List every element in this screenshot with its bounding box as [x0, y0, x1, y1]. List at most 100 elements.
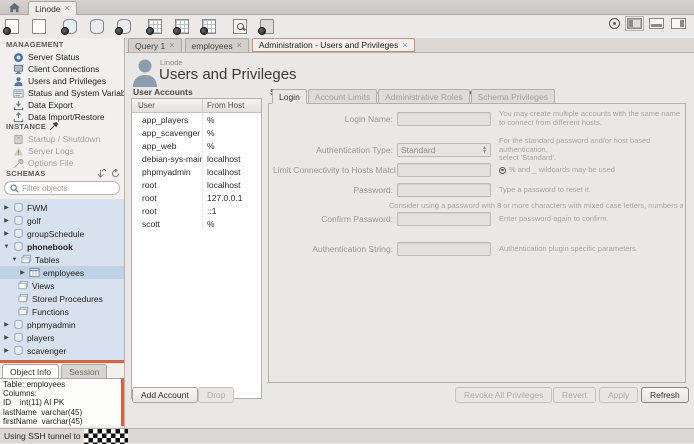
table-row[interactable]: scott% [132, 217, 261, 230]
limit-hosts-row: Limit Connectivity to Hosts Matcl % and … [273, 163, 683, 177]
chevron-right-icon[interactable] [3, 347, 10, 354]
cell-user: app_web [132, 139, 203, 152]
schema-inspector-icon[interactable] [63, 19, 77, 34]
chevron-right-icon[interactable] [3, 230, 10, 237]
limit-hosts-help: % and _ wildcards may be used [499, 166, 615, 175]
tree-item-schema-players[interactable]: players [0, 331, 124, 344]
chevron-right-icon[interactable] [3, 334, 10, 341]
revert-button[interactable]: Revert [553, 387, 596, 403]
table-header: User From Host [132, 99, 261, 113]
home-icon [9, 3, 20, 13]
login-name-input[interactable] [397, 112, 491, 126]
home-tab[interactable] [6, 1, 23, 14]
table-row[interactable]: app_web% [132, 139, 261, 152]
search-icon [10, 184, 19, 193]
tab-schema-privileges[interactable]: Schema Privileges [471, 89, 555, 104]
sidebar-item-client-connections[interactable]: Client Connections [0, 63, 124, 75]
column-header-user[interactable]: User [132, 99, 203, 112]
tab-object-info[interactable]: Object Info [2, 364, 59, 378]
chevron-right-icon[interactable] [3, 321, 10, 328]
chevron-right-icon[interactable] [19, 269, 26, 276]
sidebar-item-startup-shutdown[interactable]: Startup / Shutdown [0, 133, 124, 145]
table-row[interactable]: root127.0.0.1 [132, 191, 261, 204]
views-icon [18, 280, 29, 291]
password-input[interactable] [397, 183, 491, 197]
refresh-button[interactable]: Refresh [641, 387, 689, 403]
cell-user: app_scavenger [132, 126, 203, 139]
tree-item-schema-golf[interactable]: golf [0, 214, 124, 227]
tree-item-tables[interactable]: Tables [0, 253, 124, 266]
sidebar-item-server-status[interactable]: Server Status [0, 51, 124, 63]
sidebar-item-options-file[interactable]: Options File [0, 157, 124, 169]
table-icon [29, 267, 40, 278]
table-row[interactable]: rootlocalhost [132, 178, 261, 191]
tree-item-schema-phonebook[interactable]: phonebook [0, 240, 124, 253]
create-schema-icon[interactable] [90, 19, 104, 34]
tree-item-views[interactable]: Views [0, 279, 124, 292]
toggle-sidebar-icon[interactable] [627, 18, 642, 29]
chevron-down-icon[interactable] [3, 244, 10, 250]
drop-schema-icon[interactable] [117, 19, 131, 34]
sidebar-item-data-export[interactable]: Data Export [0, 99, 124, 111]
add-account-button[interactable]: Add Account [132, 387, 198, 403]
create-procedure-icon[interactable] [202, 19, 216, 34]
tree-item-schema-groupschedule[interactable]: groupSchedule [0, 227, 124, 240]
table-row[interactable]: debian-sys-maintlocalhost [132, 152, 261, 165]
search-data-icon[interactable] [233, 19, 247, 34]
table-row[interactable]: app_players% [132, 113, 261, 126]
sidebar-item-server-logs[interactable]: Server Logs [0, 145, 124, 157]
tab-administration-users-privileges[interactable]: Administration - Users and Privileges [252, 38, 415, 52]
filter-objects-input[interactable] [22, 184, 114, 193]
tab-login[interactable]: Login [272, 89, 307, 104]
column-header-from-host[interactable]: From Host [203, 99, 244, 112]
tree-item-stored-procedures[interactable]: Stored Procedures [0, 292, 124, 305]
tab-administrative-roles[interactable]: Administrative Roles [378, 89, 469, 104]
management-section-header: MANAGEMENT [6, 40, 64, 49]
table-row[interactable]: phpmyadminlocalhost [132, 165, 261, 178]
sidebar-item-status-system-variables[interactable]: Status and System Variables [0, 87, 124, 99]
tab-account-limits[interactable]: Account Limits [308, 89, 377, 104]
toggle-secondary-sidebar-icon[interactable] [671, 18, 686, 29]
object-info-line: firstName varchar(45) [3, 417, 118, 426]
drop-button[interactable]: Drop [198, 387, 234, 403]
reconnect-icon[interactable] [260, 19, 274, 34]
table-row[interactable]: root::1 [132, 204, 261, 217]
revoke-all-privileges-button[interactable]: Revoke All Privileges [455, 387, 552, 403]
apply-button[interactable]: Apply [599, 387, 638, 403]
table-row[interactable]: app_scavenger% [132, 126, 261, 139]
tree-item-table-employees[interactable]: employees [0, 266, 124, 279]
tree-item-schema-phpmyadmin[interactable]: phpmyadmin [0, 318, 124, 331]
confirm-password-input[interactable] [397, 212, 491, 226]
sidebar-item-users-and-privileges[interactable]: Users and Privileges [0, 75, 124, 87]
auth-type-select[interactable]: Standard ▲▼ [397, 143, 491, 157]
close-icon[interactable] [65, 4, 70, 13]
object-info-panel: Table: employees Columns: ID int(11) AI … [0, 378, 124, 426]
tree-item-schema-scavenger[interactable]: scavenger [0, 344, 124, 357]
chevron-right-icon[interactable] [3, 204, 10, 211]
new-query-icon[interactable] [5, 19, 19, 34]
limit-hosts-input[interactable] [397, 163, 491, 177]
toggle-output-panel-icon[interactable] [649, 18, 664, 29]
panel-splitter[interactable] [0, 360, 124, 363]
open-script-icon[interactable] [32, 19, 46, 34]
cell-host: localhost [203, 165, 241, 178]
auth-string-input[interactable] [397, 242, 491, 256]
close-icon[interactable] [237, 41, 242, 50]
tab-employees[interactable]: employees [185, 38, 249, 52]
tree-item-functions[interactable]: Functions [0, 305, 124, 318]
create-view-icon[interactable] [175, 19, 189, 34]
chevron-down-icon[interactable] [11, 257, 18, 263]
data-export-icon [13, 100, 24, 111]
tab-session[interactable]: Session [61, 364, 107, 378]
connection-tab[interactable]: Linode [28, 1, 77, 15]
chevron-right-icon[interactable] [3, 217, 10, 224]
close-icon[interactable] [169, 41, 174, 50]
tab-query-1[interactable]: Query 1 [128, 38, 182, 52]
refresh-schemas-icon[interactable] [111, 169, 120, 178]
tree-item-schema-fwm[interactable]: FWM [0, 201, 124, 214]
object-info-line: lastName varchar(45) [3, 408, 118, 417]
expand-all-icon[interactable] [97, 169, 106, 178]
server-status-icon [13, 52, 24, 63]
create-table-icon[interactable] [148, 19, 162, 34]
close-icon[interactable] [402, 41, 407, 50]
